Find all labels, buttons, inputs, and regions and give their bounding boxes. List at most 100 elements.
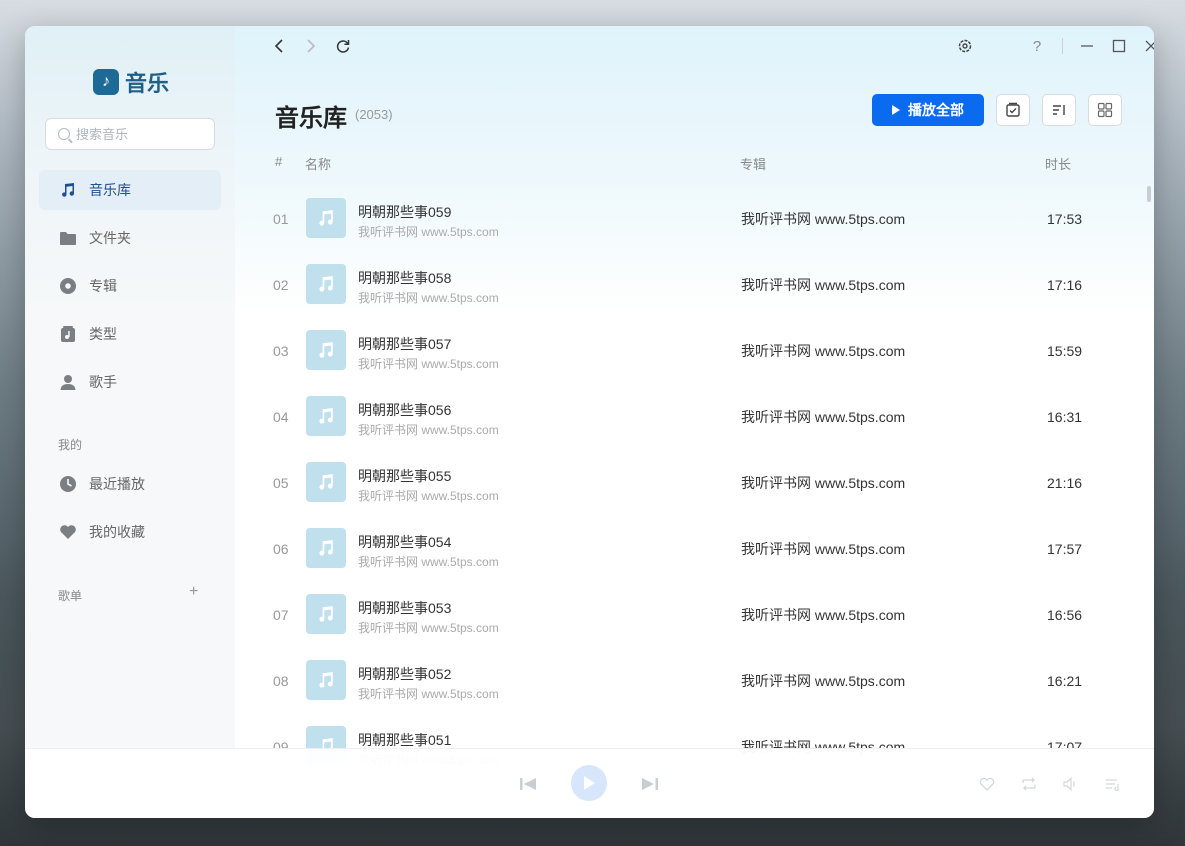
track-album[interactable]: 我听评书网 www.5tps.com [741, 384, 905, 450]
track-name: 明朝那些事056 [358, 402, 452, 418]
table-row[interactable]: 07 明朝那些事053 我听评书网 www.5tps.com 我听评书网 www.5t… [235, 582, 1154, 648]
sidebar-item-folders[interactable]: 文件夹 [39, 218, 221, 258]
track-index: 06 [273, 541, 289, 557]
play-all-button[interactable]: 播放全部 [872, 94, 984, 126]
playlist-icon [1106, 779, 1119, 791]
track-album[interactable]: 我听评书网 www.5tps.com [741, 450, 905, 516]
sidebar-item-favorites[interactable]: 我的收藏 [39, 512, 221, 552]
main-content: ? 音乐库 (2053) 播放全部 # 名称 专辑 时长 01 明朝那些事059… [235, 26, 1154, 767]
track-index: 01 [273, 211, 289, 227]
previous-button[interactable] [517, 773, 539, 795]
grid-view-button[interactable] [1088, 94, 1122, 126]
search-box[interactable] [45, 118, 215, 150]
music-note-icon [319, 606, 333, 622]
track-artist[interactable]: 我听评书网 www.5tps.com [358, 685, 499, 702]
track-album[interactable]: 我听评书网 www.5tps.com [741, 318, 905, 384]
track-name: 明朝那些事051 [358, 732, 452, 748]
column-header-duration[interactable]: 时长 [1045, 154, 1071, 173]
volume-button[interactable] [1062, 775, 1080, 793]
gear-icon [958, 39, 972, 53]
track-duration: 16:31 [1047, 409, 1083, 425]
table-row[interactable]: 01 明朝那些事059 我听评书网 www.5tps.com 我听评书网 www.5t… [235, 186, 1154, 252]
track-count: (2053) [355, 107, 393, 122]
track-artist[interactable]: 我听评书网 www.5tps.com [358, 223, 499, 240]
forward-button[interactable] [301, 36, 321, 56]
sidebar-item-recent[interactable]: 最近播放 [39, 464, 221, 504]
track-album[interactable]: 我听评书网 www.5tps.com [741, 648, 905, 714]
track-artist[interactable]: 我听评书网 www.5tps.com [358, 289, 499, 306]
music-note-icon [319, 474, 333, 490]
chevron-right-icon [307, 39, 316, 53]
sort-button[interactable] [1042, 94, 1076, 126]
track-artist[interactable]: 我听评书网 www.5tps.com [358, 421, 499, 438]
refresh-button[interactable] [333, 36, 353, 56]
sidebar-item-label: 我的收藏 [89, 524, 145, 540]
table-row[interactable]: 03 明朝那些事057 我听评书网 www.5tps.com 我听评书网 www.5t… [235, 318, 1154, 384]
playlist-button[interactable] [1104, 775, 1122, 793]
next-button[interactable] [639, 773, 661, 795]
sidebar-item-genres[interactable]: 类型 [39, 314, 221, 354]
app-logo: ♪ 音乐 [93, 66, 169, 98]
track-name: 明朝那些事052 [358, 666, 452, 682]
track-name: 明朝那些事058 [358, 270, 452, 286]
track-name: 明朝那些事054 [358, 534, 452, 550]
add-playlist-button[interactable]: + [189, 583, 198, 601]
minimize-button[interactable] [1077, 36, 1097, 56]
track-name: 明朝那些事059 [358, 204, 452, 220]
track-album[interactable]: 我听评书网 www.5tps.com [741, 252, 905, 318]
track-artist[interactable]: 我听评书网 www.5tps.com [358, 553, 499, 570]
favorite-button[interactable] [978, 775, 996, 793]
column-header-album[interactable]: 专辑 [740, 154, 766, 173]
player-bar [25, 748, 1154, 818]
table-row[interactable]: 05 明朝那些事055 我听评书网 www.5tps.com 我听评书网 www.5t… [235, 450, 1154, 516]
play-all-label: 播放全部 [908, 102, 964, 118]
grid-icon [1097, 102, 1113, 118]
table-row[interactable]: 08 明朝那些事052 我听评书网 www.5tps.com 我听评书网 www.5t… [235, 648, 1154, 714]
track-album[interactable]: 我听评书网 www.5tps.com [741, 186, 905, 252]
genre-icon [59, 325, 77, 343]
sidebar-item-music-library[interactable]: 音乐库 [39, 170, 221, 210]
disc-icon [59, 277, 77, 295]
close-button[interactable] [1141, 36, 1154, 56]
help-button[interactable]: ? [1027, 36, 1047, 56]
track-artist[interactable]: 我听评书网 www.5tps.com [358, 487, 499, 504]
search-icon [58, 128, 70, 140]
track-duration: 17:57 [1047, 541, 1083, 557]
track-duration: 15:59 [1047, 343, 1083, 359]
scrollbar[interactable] [1147, 186, 1151, 202]
repeat-icon [1022, 777, 1036, 791]
track-album[interactable]: 我听评书网 www.5tps.com [741, 582, 905, 648]
track-album[interactable]: 我听评书网 www.5tps.com [741, 516, 905, 582]
table-row[interactable]: 06 明朝那些事054 我听评书网 www.5tps.com 我听评书网 www.5t… [235, 516, 1154, 582]
settings-button[interactable] [955, 36, 975, 56]
sidebar-item-label: 专辑 [89, 278, 117, 294]
track-artist[interactable]: 我听评书网 www.5tps.com [358, 619, 499, 636]
sidebar-item-label: 最近播放 [89, 476, 145, 492]
table-row[interactable]: 02 明朝那些事058 我听评书网 www.5tps.com 我听评书网 www.5t… [235, 252, 1154, 318]
question-mark-icon: ? [1032, 37, 1042, 55]
music-note-icon [319, 210, 333, 226]
maximize-icon [1112, 39, 1126, 53]
folder-icon [59, 229, 77, 247]
back-button[interactable] [269, 36, 289, 56]
column-header-name[interactable]: 名称 [305, 154, 331, 173]
checklist-icon [1006, 102, 1020, 117]
play-button[interactable] [571, 765, 607, 801]
sidebar-item-label: 歌手 [89, 374, 117, 390]
track-cover [306, 198, 346, 238]
track-cover [306, 594, 346, 634]
music-note-icon [319, 408, 333, 424]
close-icon [1145, 40, 1154, 52]
music-note-icon [319, 672, 333, 688]
music-note-icon [319, 276, 333, 292]
sidebar-item-albums[interactable]: 专辑 [39, 266, 221, 306]
table-row[interactable]: 04 明朝那些事056 我听评书网 www.5tps.com 我听评书网 www.5t… [235, 384, 1154, 450]
maximize-button[interactable] [1109, 36, 1129, 56]
multi-select-button[interactable] [996, 94, 1030, 126]
search-input[interactable] [76, 126, 196, 142]
sidebar-item-label: 音乐库 [89, 182, 131, 198]
repeat-button[interactable] [1020, 775, 1038, 793]
music-logo-icon: ♪ [93, 69, 119, 95]
sidebar-item-singers[interactable]: 歌手 [39, 362, 221, 402]
track-artist[interactable]: 我听评书网 www.5tps.com [358, 355, 499, 372]
